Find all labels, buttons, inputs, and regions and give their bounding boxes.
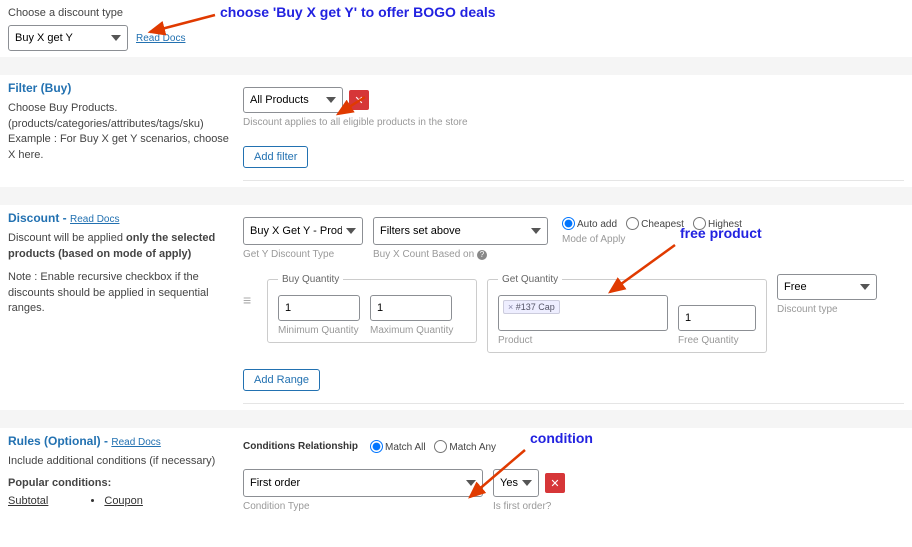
filter-delete-button[interactable]: ✕ [349,90,369,110]
condition-delete-button[interactable]: ✕ [545,473,565,493]
buy-quantity-fieldset: Buy Quantity Minimum Quantity Maximum Qu… [267,274,477,343]
product-tag[interactable]: #137 Cap [503,300,560,314]
discount-type-value-label: Discount type [777,304,877,315]
discount-type-select[interactable]: Buy X get Y [8,25,128,51]
first-order-label: Is first order? [493,501,565,512]
discount-heading: Discount - Read Docs [8,211,233,225]
free-qty-label: Free Quantity [678,335,756,346]
mode-of-apply-group: Auto add Cheapest Highest [562,217,748,230]
cheapest-option[interactable]: Cheapest [626,219,684,230]
filter-section: Filter (Buy) Choose Buy Products. (produ… [0,75,912,187]
filter-hint: Discount applies to all eligible product… [243,117,904,128]
rules-heading: Rules (Optional) - Read Docs [8,434,233,448]
filter-products-select[interactable]: All Products [243,87,343,113]
filter-heading: Filter (Buy) [8,81,233,95]
discount-read-docs-link[interactable]: Read Docs [70,214,119,225]
product-tag-input[interactable]: #137 Cap [498,295,668,331]
rules-read-docs-link[interactable]: Read Docs [111,437,160,448]
first-order-select[interactable]: Yes [493,469,539,497]
discount-desc: Discount will be applied only the select… [8,231,233,262]
gety-type-select[interactable]: Buy X Get Y - Products [243,217,363,245]
discount-type-section: Choose a discount type Buy X get Y Read … [0,0,912,57]
highest-option[interactable]: Highest [693,219,742,230]
read-docs-link[interactable]: Read Docs [136,33,185,44]
popular-cond-subtotal[interactable]: Subtotal [8,495,48,507]
condition-type-select[interactable]: First order [243,469,483,497]
add-filter-button[interactable]: Add filter [243,146,308,168]
match-all-option[interactable]: Match All [370,442,426,453]
max-qty-label: Maximum Quantity [370,325,453,336]
mode-label: Mode of Apply [562,234,748,245]
gety-type-label: Get Y Discount Type [243,249,363,260]
get-quantity-fieldset: Get Quantity #137 Cap Product Free Quant… [487,274,767,353]
min-qty-label: Minimum Quantity [278,325,360,336]
discount-type-value-select[interactable]: Free [777,274,877,300]
popular-cond-coupon[interactable]: Coupon [104,495,143,507]
help-icon[interactable]: ? [477,250,487,260]
min-qty-input[interactable] [278,295,360,321]
filters-set-select[interactable]: Filters set above [373,217,548,245]
auto-add-option[interactable]: Auto add [562,219,617,230]
discount-type-label: Choose a discount type [8,6,904,21]
popular-conditions-label: Popular conditions: [8,476,233,491]
drag-handle-icon[interactable]: ≡ [243,274,257,308]
product-label: Product [498,335,668,346]
buy-qty-legend: Buy Quantity [278,274,343,285]
rules-section: Rules (Optional) - Read Docs Include add… [0,428,912,524]
conditions-relationship-label: Conditions Relationship [243,441,358,452]
max-qty-input[interactable] [370,295,452,321]
condition-type-label: Condition Type [243,501,483,512]
get-qty-legend: Get Quantity [498,274,562,285]
rules-desc: Include additional conditions (if necess… [8,454,233,469]
count-based-label: Buy X Count Based on ? [373,249,548,260]
add-range-button[interactable]: Add Range [243,369,320,391]
filter-desc: Choose Buy Products. (products/categorie… [8,101,233,163]
discount-section: Discount - Read Docs Discount will be ap… [0,205,912,410]
match-any-option[interactable]: Match Any [434,442,496,453]
free-qty-input[interactable] [678,305,756,331]
discount-note: Note : Enable recursive checkbox if the … [8,270,233,316]
